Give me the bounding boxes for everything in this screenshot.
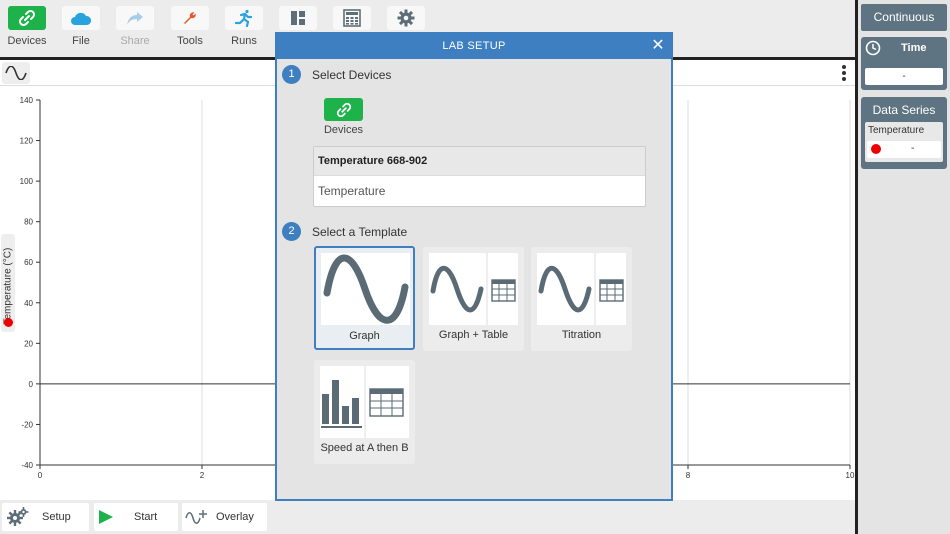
start-button[interactable]: Start	[94, 503, 178, 531]
table-icon	[369, 388, 404, 417]
table-icon	[599, 279, 624, 302]
devices-button[interactable]: Devices	[0, 4, 54, 56]
dialog-title: LAB SETUP	[442, 40, 506, 52]
template-titration[interactable]: Titration	[531, 247, 632, 351]
link-icon	[336, 102, 351, 117]
series-name: Temperature	[868, 125, 925, 136]
step-2-badge: 2	[282, 222, 301, 241]
dialog-title-bar: LAB SETUP ✕	[277, 34, 671, 59]
time-value: -	[865, 68, 943, 85]
y-tick-label: 20	[24, 339, 33, 348]
sensor-name[interactable]: Temperature 668-902	[314, 147, 645, 176]
time-label: Time	[901, 42, 927, 54]
series-color-dot	[871, 144, 881, 154]
x-tick-label: 0	[38, 471, 43, 480]
setup-label: Setup	[42, 511, 71, 523]
right-panel: Continuous Time - Data Series Temperatur…	[858, 0, 950, 534]
sensor-list: Temperature 668-902 Temperature	[313, 146, 646, 207]
calculator-icon	[333, 6, 371, 30]
sine-wave-icon	[323, 254, 409, 324]
wrench-icon	[171, 6, 209, 30]
collection-mode-button[interactable]: Continuous	[861, 4, 947, 31]
series-color-dot	[4, 318, 13, 327]
runs-label: Runs	[231, 35, 257, 47]
x-tick-label: 10	[846, 471, 855, 480]
y-tick-label: 40	[24, 299, 33, 308]
more-options-icon[interactable]	[840, 63, 848, 83]
runner-icon	[225, 6, 263, 30]
data-series-panel: Data Series Temperature -	[861, 97, 947, 169]
tools-button[interactable]: Tools	[163, 4, 217, 56]
step-2-label: Select a Template	[312, 225, 408, 239]
template-graph-table-label: Graph + Table	[438, 329, 509, 341]
devices-label: Devices	[323, 124, 364, 136]
y-tick-label: -40	[21, 461, 33, 470]
cloud-icon	[62, 6, 100, 30]
graph-type-button[interactable]	[2, 62, 30, 84]
overlay-button[interactable]: Overlay	[182, 503, 267, 531]
start-label: Start	[134, 511, 158, 523]
template-graph-table[interactable]: Graph + Table	[423, 247, 524, 351]
y-tick-label: 140	[20, 96, 34, 105]
file-button[interactable]: File	[54, 4, 108, 56]
share-icon	[116, 6, 154, 30]
bottom-toolbar: Setup Start Overlay	[0, 500, 856, 534]
step-1-label: Select Devices	[312, 68, 392, 82]
clock-icon	[865, 40, 881, 56]
overlay-label: Overlay	[216, 511, 254, 523]
y-tick-label: 80	[24, 218, 33, 227]
template-speed-label: Speed at A then B	[320, 442, 409, 454]
sine-wave-icon	[538, 265, 592, 313]
tools-label: Tools	[177, 35, 203, 47]
time-panel: Time -	[861, 37, 947, 90]
series-item-temperature[interactable]: Temperature -	[865, 122, 943, 162]
table-icon	[491, 279, 516, 302]
y-tick-label: 0	[29, 380, 34, 389]
x-tick-label: 2	[200, 471, 205, 480]
y-tick-label: 120	[20, 137, 34, 146]
gears-icon	[7, 507, 29, 526]
devices-label: Devices	[7, 35, 47, 47]
series-value-box: -	[867, 141, 941, 158]
select-devices-button[interactable]	[324, 98, 363, 121]
lab-setup-dialog: LAB SETUP ✕ 1 Select Devices Devices Tem…	[275, 32, 673, 501]
y-tick-label: 100	[20, 177, 34, 186]
graph-table-thumbnail	[429, 253, 518, 325]
y-axis-label[interactable]: Temperature (°C)	[1, 234, 15, 332]
runs-button[interactable]: Runs	[217, 4, 271, 56]
sine-wave-icon	[430, 265, 484, 313]
series-value: -	[911, 143, 915, 154]
speed-thumbnail	[320, 366, 409, 438]
template-speed-a-then-b[interactable]: Speed at A then B	[314, 360, 415, 464]
data-series-title: Data Series	[872, 103, 936, 117]
y-axis-label-text: Temperature (°C)	[2, 247, 14, 325]
gear-icon	[387, 6, 425, 30]
graph-thumbnail	[321, 253, 410, 325]
file-label: File	[72, 35, 90, 47]
template-titration-label: Titration	[561, 329, 602, 341]
bar-chart-icon	[321, 380, 362, 428]
close-icon[interactable]: ✕	[651, 34, 665, 57]
step-1-badge: 1	[282, 65, 301, 84]
titration-thumbnail	[537, 253, 626, 325]
y-tick-labels: 140 120 100 80 60 40 20 0 -20 -40	[20, 96, 34, 470]
sensor-channel[interactable]: Temperature	[314, 176, 645, 206]
link-icon	[8, 6, 46, 30]
share-label: Share	[120, 35, 150, 47]
template-graph-label: Graph	[349, 330, 380, 342]
setup-button[interactable]: Setup	[2, 503, 89, 531]
play-icon	[99, 510, 113, 524]
y-tick-label: 60	[24, 258, 33, 267]
x-tick-label: 8	[686, 471, 691, 480]
overlay-icon	[185, 510, 207, 524]
layout-icon	[279, 6, 317, 30]
template-graph[interactable]: Graph	[314, 246, 415, 350]
y-tick-label: -20	[21, 420, 33, 429]
share-button[interactable]: Share	[108, 4, 162, 56]
sine-wave-icon	[5, 66, 27, 80]
